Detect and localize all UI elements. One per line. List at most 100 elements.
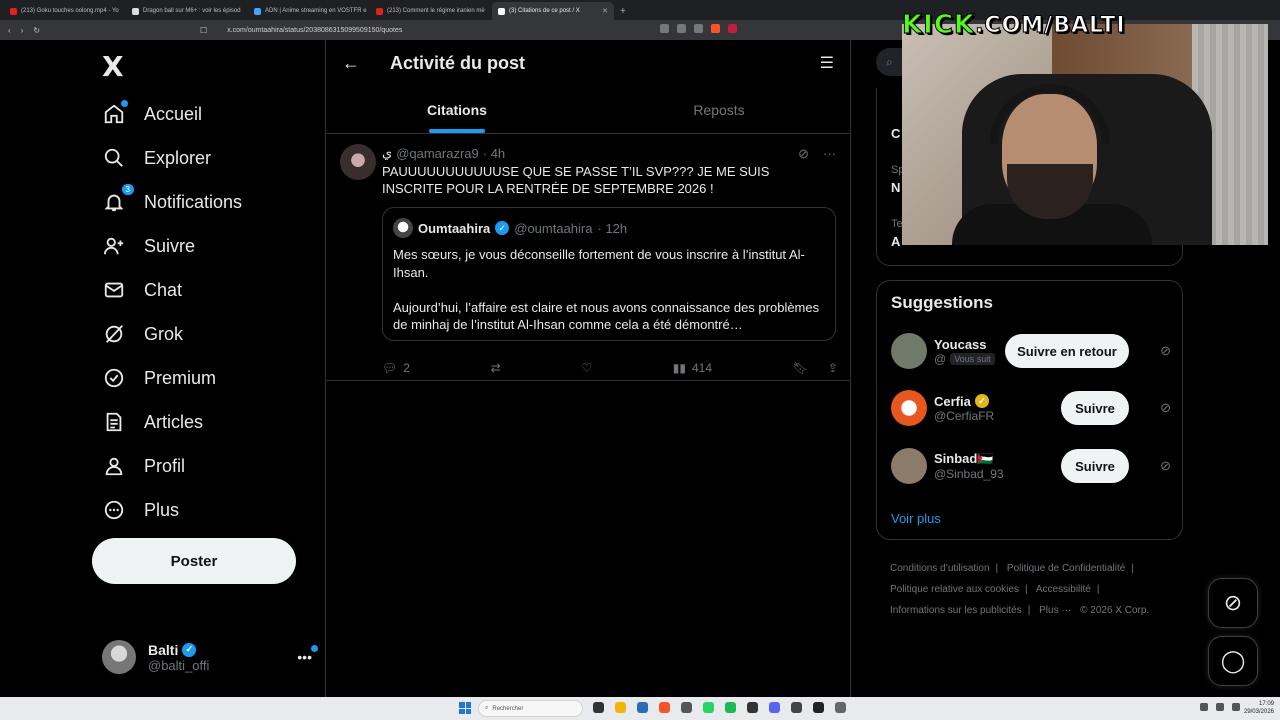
suggestion-name[interactable]: Cerfia (934, 394, 971, 409)
avatar[interactable] (340, 144, 376, 180)
repost-button[interactable]: ⇄ (491, 361, 501, 375)
file-explorer-icon[interactable] (593, 702, 604, 713)
footer-link[interactable]: Accessibilité (1036, 584, 1091, 595)
suggestion-item[interactable]: Youcass @ Vous suit Suivre en retour ⊘ (891, 329, 1171, 373)
nav-item-chat[interactable]: Chat (102, 270, 182, 310)
windows-start-icon[interactable] (459, 702, 471, 714)
cast-icon[interactable] (677, 24, 686, 33)
share-icon[interactable]: ⇪ (828, 361, 838, 375)
nav-item-notifications[interactable]: 3 Notifications (102, 182, 242, 222)
footer-link[interactable]: Conditions d’utilisation (890, 563, 990, 574)
nav-item-grok[interactable]: Grok (102, 314, 183, 354)
browser-tab[interactable]: ADN | Anime streaming en VOSTFR e (248, 2, 370, 20)
voir-plus-link[interactable]: Voir plus (891, 511, 941, 526)
filter-icon[interactable]: ☰ (820, 53, 834, 73)
taskbar-clock[interactable]: 17:09 29/03/2026 (1244, 700, 1274, 716)
close-tab-icon[interactable]: ✕ (602, 7, 608, 15)
follow-button[interactable]: Suivre (1061, 449, 1129, 483)
taskbar-search[interactable]: ⌕ Rechercher (478, 700, 583, 717)
quote-post[interactable]: ⊘ ··· ي @qamarazra9 · 4h PAUUUUUUUUUUUSE… (326, 134, 850, 381)
avatar[interactable] (891, 390, 927, 426)
url-text[interactable]: x.com/oumtaahira/status/2038086315099509… (227, 27, 402, 34)
nav-item-accueil[interactable]: Accueil (102, 94, 202, 134)
quoted-author-name[interactable]: Oumtaahira (418, 221, 490, 236)
brave-icon[interactable] (659, 702, 670, 713)
nav-item-explorer[interactable]: Explorer (102, 138, 211, 178)
browser-tab[interactable]: (213) Goku touches oolong.mp4 - Yo (4, 2, 126, 20)
like-button[interactable]: ♡ (581, 361, 592, 375)
share-icon[interactable] (694, 24, 703, 33)
trend-title[interactable]: A (891, 234, 900, 249)
post-time[interactable]: · 4h (483, 146, 505, 161)
footer-link[interactable]: Plus ··· (1039, 605, 1071, 616)
follow-button[interactable]: Suivre (1061, 391, 1129, 425)
tab-citations[interactable]: Citations (326, 86, 588, 133)
spotify-icon[interactable] (725, 702, 736, 713)
nav-item-premium[interactable]: Premium (102, 358, 216, 398)
post-author-handle[interactable]: @qamarazra9 (396, 146, 479, 161)
block-icon[interactable]: ⊘ (1160, 458, 1171, 474)
app-icon[interactable] (637, 702, 648, 713)
suggestion-name[interactable]: Sinbad🇵🇸 (934, 451, 1004, 467)
grok-float-icon[interactable]: ⊘ (1208, 578, 1258, 628)
footer-link[interactable]: Politique de Confidentialité (1007, 563, 1125, 574)
block-icon[interactable]: ⊘ (1160, 400, 1171, 416)
bookmark-icon[interactable]: 🔖︎ (793, 361, 808, 375)
nav-item-plus[interactable]: Plus (102, 490, 179, 530)
views-button[interactable]: ▮▮ 414 (673, 361, 712, 375)
avatar[interactable] (393, 218, 413, 238)
x-logo[interactable]: X (102, 50, 124, 83)
whatsapp-icon[interactable] (703, 702, 714, 713)
footer-link[interactable]: Informations sur les publicités (890, 605, 1022, 616)
quoted-author-handle[interactable]: @oumtaahira (514, 221, 592, 236)
post-author-name[interactable]: ي (382, 145, 392, 161)
tray-icon[interactable] (1200, 703, 1208, 711)
avatar[interactable] (891, 333, 927, 369)
tab-reposts[interactable]: Reposts (588, 86, 850, 133)
wifi-icon[interactable] (1216, 703, 1224, 711)
new-tab-icon[interactable]: + (620, 6, 626, 17)
nav-item-profil[interactable]: Profil (102, 446, 185, 486)
quoted-post[interactable]: Oumtaahira ✓ @oumtaahira · 12h Mes sœurs… (382, 207, 836, 341)
folder-icon[interactable] (615, 702, 626, 713)
suggestion-item[interactable]: Sinbad🇵🇸 @Sinbad_93 Suivre ⊘ (891, 444, 1171, 488)
brave-icon[interactable] (711, 24, 720, 33)
volume-icon[interactable] (1232, 703, 1240, 711)
trend-title[interactable]: N (891, 180, 900, 195)
quoted-post-time[interactable]: · 12h (598, 221, 628, 236)
url-field[interactable]: ☐ x.com/oumtaahira/status/20380863150995… (200, 26, 402, 35)
reload-icon[interactable]: ↻ (33, 26, 40, 35)
nav-item-articles[interactable]: Articles (102, 402, 203, 442)
back-nav-icon[interactable]: ‹ (8, 26, 11, 35)
browser-tab-active[interactable]: (3) Citations de ce post / X ✕ (492, 2, 614, 20)
bookmark-icon[interactable]: ☐ (200, 26, 207, 35)
more-horizontal-icon[interactable]: ··· (823, 146, 836, 162)
poster-button[interactable]: Poster (92, 538, 296, 584)
reply-button[interactable]: 💬︎ 2 (382, 361, 410, 375)
trend-title[interactable]: C (891, 126, 900, 141)
browser-tab[interactable]: (213) Comment le régime iranien mè (370, 2, 492, 20)
chat-bubble-icon[interactable]: ◯ (1208, 636, 1258, 686)
app-icon[interactable] (791, 702, 802, 713)
footer-link[interactable]: Politique relative aux cookies (890, 584, 1019, 595)
avatar[interactable] (891, 448, 927, 484)
app-icon[interactable] (747, 702, 758, 713)
block-icon[interactable]: ⊘ (1160, 343, 1171, 359)
block-icon[interactable]: ⊘ (798, 146, 809, 162)
more-horizontal-icon[interactable]: ••• (297, 645, 318, 665)
notion-icon[interactable] (813, 702, 824, 713)
zoom-icon[interactable] (660, 24, 669, 33)
account-switcher[interactable]: Balti ✓ @balti_offi ••• (102, 636, 318, 678)
calculator-icon[interactable] (835, 702, 846, 713)
follow-back-button[interactable]: Suivre en retour (1005, 334, 1129, 368)
app-icon[interactable] (681, 702, 692, 713)
forward-nav-icon[interactable]: › (21, 26, 24, 35)
browser-tab[interactable]: Dragon ball sur M6+ : voir les épisod (126, 2, 248, 20)
suggestion-name[interactable]: Youcass (934, 337, 995, 352)
reply-icon: 💬︎ (382, 360, 398, 375)
nav-item-suivre[interactable]: Suivre (102, 226, 195, 266)
discord-icon[interactable] (769, 702, 780, 713)
suggestion-item[interactable]: Cerfia ✓ @CerfiaFR Suivre ⊘ (891, 386, 1171, 430)
back-arrow-icon[interactable]: ← (342, 53, 362, 74)
rewards-icon[interactable] (728, 24, 737, 33)
